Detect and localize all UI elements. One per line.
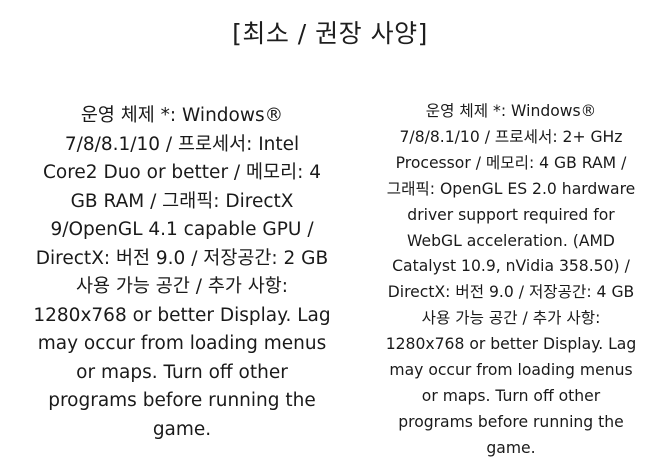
minimum-requirements-text: 운영 체제 *: Windows® 7/8/8.1/10 / 프로세서: Int… bbox=[33, 105, 331, 440]
system-requirements-page: [최소 / 권장 사양] 운영 체제 *: Windows® 7/8/8.1/1… bbox=[0, 0, 660, 468]
page-title: [최소 / 권장 사양] bbox=[232, 19, 428, 48]
recommended-requirements-text: 운영 체제 *: Windows® 7/8/8.1/10 / 프로세서: 2+ … bbox=[385, 102, 637, 457]
